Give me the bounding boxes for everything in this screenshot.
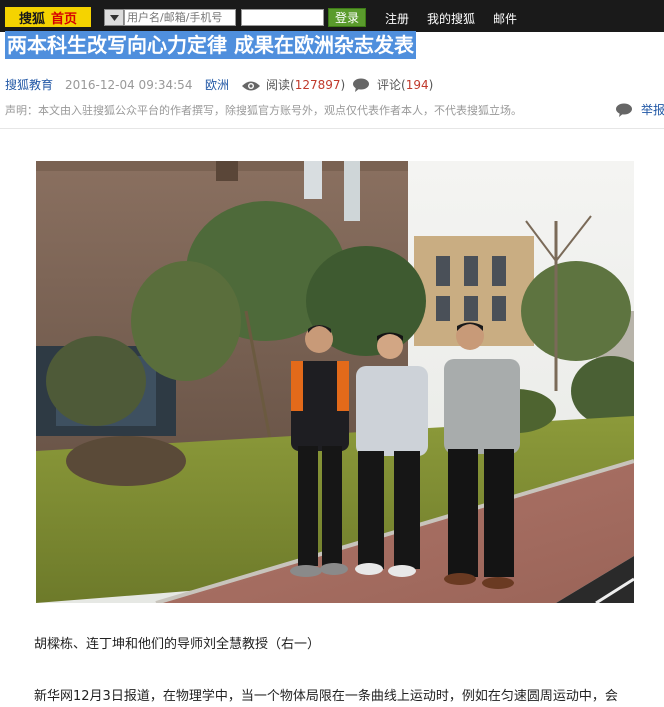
eye-icon [241,79,261,97]
publish-date: 2016-12-04 09:34:54 [65,78,193,92]
read-label: 阅读 [266,78,291,92]
comment-icon [352,78,370,97]
mail-link[interactable]: 邮件 [493,10,517,27]
home-link[interactable]: 首页 [51,8,77,27]
comment-count-link[interactable]: 评论(194) [377,76,433,94]
login-button[interactable]: 登录 [328,8,366,27]
report-comment-icon[interactable] [615,102,633,121]
article-title: 两本科生改写向心力定律 成果在欧洲杂志发表 [5,31,416,59]
sohu-logo[interactable]: 搜狐 首页 [5,7,91,27]
logo-brand: 搜狐 [18,11,45,27]
source-link[interactable]: 搜狐教育 [5,76,53,94]
divider [0,128,664,129]
dropdown-arrow-icon [109,14,119,21]
article-photo [36,161,634,603]
report-link[interactable]: 举报 [641,101,664,118]
read-number: 127897 [294,78,341,92]
comment-number: 194 [405,78,429,92]
register-link[interactable]: 注册 [385,10,409,27]
password-input[interactable] [241,9,324,26]
tag-link[interactable]: 欧洲 [205,76,229,94]
username-input[interactable] [124,9,236,26]
top-bar: 搜狐 首页 登录 注册 我的搜狐 邮件 [0,0,664,32]
article-paragraph: 新华网12月3日报道，在物理学中，当一个物体局限在一条曲线上运动时，例如在匀速圆… [34,689,618,704]
read-count: 阅读(127897) [266,78,346,92]
login-type-select[interactable] [104,9,124,26]
my-sohu-link[interactable]: 我的搜狐 [427,10,475,27]
declaration-text: 声明：本文由入驻搜狐公众平台的作者撰写，除搜狐官方账号外，观点仅代表作者本人，不… [5,104,522,117]
comment-label: 评论 [377,78,402,92]
photo-caption: 胡樑栋、连丁坤和他们的导师刘全慧教授（右一） [34,637,321,652]
